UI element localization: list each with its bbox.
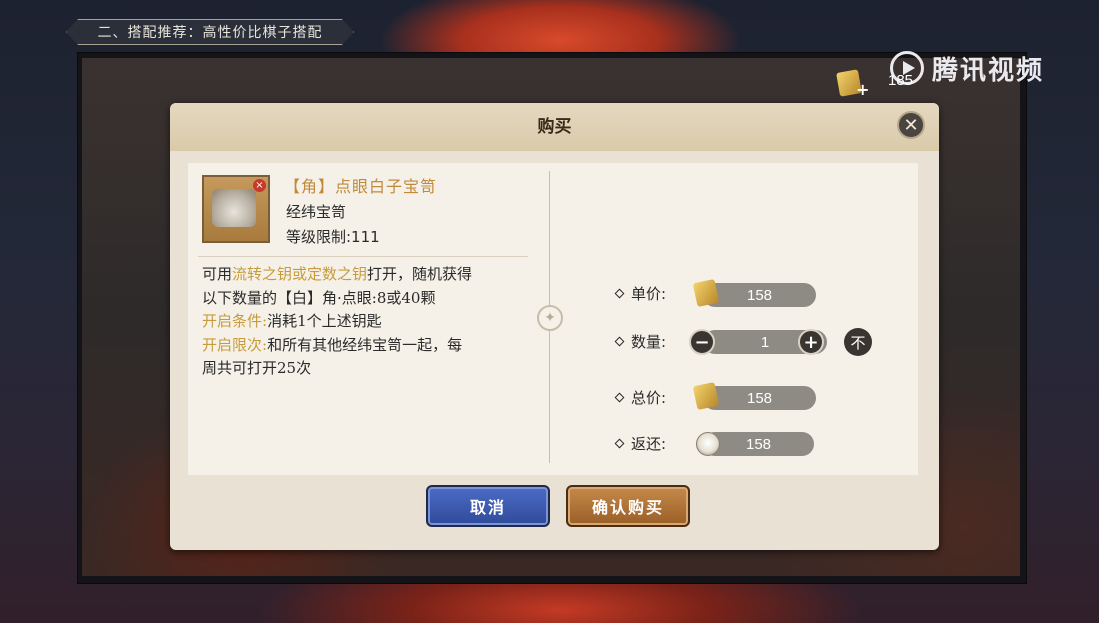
gold-ticket-icon (692, 278, 720, 308)
unit-price-text: 158 (746, 286, 773, 304)
item-description: 可用流转之钥或定数之钥打开，随机获得 以下数量的【白】角·点眼:8或40颗 开启… (202, 263, 532, 381)
diamond-bullet-icon (614, 438, 625, 449)
diamond-bullet-icon (614, 336, 625, 347)
item-name: 【角】点眼白子宝笥 (284, 177, 438, 196)
currency-count: 185 (888, 72, 914, 89)
unit-price-label: 单价: (614, 283, 667, 304)
desc-limit-label: 开启限次: (202, 335, 268, 354)
plus-icon: + (803, 331, 819, 353)
diamond-bullet-icon (614, 392, 625, 403)
refund-coin-icon (696, 432, 720, 456)
refund-text: 158 (745, 435, 772, 453)
decrease-quantity-button[interactable]: − (689, 329, 715, 355)
total-price-label-text: 总价: (631, 389, 667, 407)
desc-line-2: 以下数量的【白】角·点眼:8或40颗 (202, 288, 436, 307)
quantity-label-text: 数量: (631, 333, 667, 351)
refund-label: 返还: (614, 433, 667, 454)
desc-condition-label: 开启条件: (202, 312, 268, 330)
divider-ornament-icon: ✦ (537, 305, 563, 331)
increase-quantity-button[interactable]: + (798, 329, 824, 355)
cancel-button-label: 取消 (469, 498, 506, 517)
max-quantity-button[interactable]: 不 (844, 328, 872, 356)
total-price-text: 158 (746, 389, 773, 407)
minus-icon: − (694, 331, 710, 353)
purchase-dialog: 购买 ✕ × 【角】点眼白子宝笥 经纬宝笥 等级限制:111 可用流转之钥或定数… (170, 103, 939, 550)
banner-text: 二、搭配推荐：高性价比棋子搭配 (97, 25, 323, 41)
max-icon: 不 (850, 333, 866, 352)
watermark-text: 腾讯视频 (932, 55, 1045, 86)
item-type: 经纬宝笥 (286, 203, 347, 221)
diamond-bullet-icon (614, 288, 625, 299)
cancel-button[interactable]: 取消 (426, 485, 550, 527)
item-badge-icon: × (253, 179, 266, 192)
add-currency-icon[interactable]: + (856, 80, 869, 99)
unit-price-label-text: 单价: (631, 285, 667, 303)
desc-condition: 消耗1个上述钥匙 (267, 312, 382, 330)
section-banner: 二、搭配推荐：高性价比棋子搭配 (66, 19, 354, 45)
quantity-value: 1 (760, 333, 770, 351)
divider (198, 256, 528, 257)
gold-ticket-icon (692, 381, 720, 411)
desc-line-5: 周共可打开25次 (202, 359, 312, 377)
close-button[interactable]: ✕ (897, 111, 925, 139)
quantity-label: 数量: (614, 331, 667, 352)
dialog-title: 购买 (537, 117, 572, 137)
dialog-content: × 【角】点眼白子宝笥 经纬宝笥 等级限制:111 可用流转之钥或定数之钥打开，… (188, 163, 918, 475)
desc-text: 打开，随机获得 (367, 265, 473, 283)
total-price-value: 158 (703, 386, 816, 410)
desc-text: 可用 (202, 265, 233, 283)
refund-label-text: 返还: (631, 435, 667, 453)
desc-key-names: 流转之钥或定数之钥 (232, 265, 368, 283)
item-level-limit: 等级限制:111 (286, 228, 380, 246)
close-icon: ✕ (903, 114, 919, 136)
desc-limit: 和所有其他经纬宝笥一起，每 (267, 335, 463, 354)
item-icon-frame[interactable]: × (202, 175, 270, 243)
unit-price-value: 158 (703, 283, 816, 307)
confirm-purchase-button[interactable]: 确认购买 (566, 485, 690, 527)
confirm-button-label: 确认购买 (591, 498, 664, 517)
treasure-chest-icon (212, 189, 256, 227)
total-price-label: 总价: (614, 387, 667, 408)
